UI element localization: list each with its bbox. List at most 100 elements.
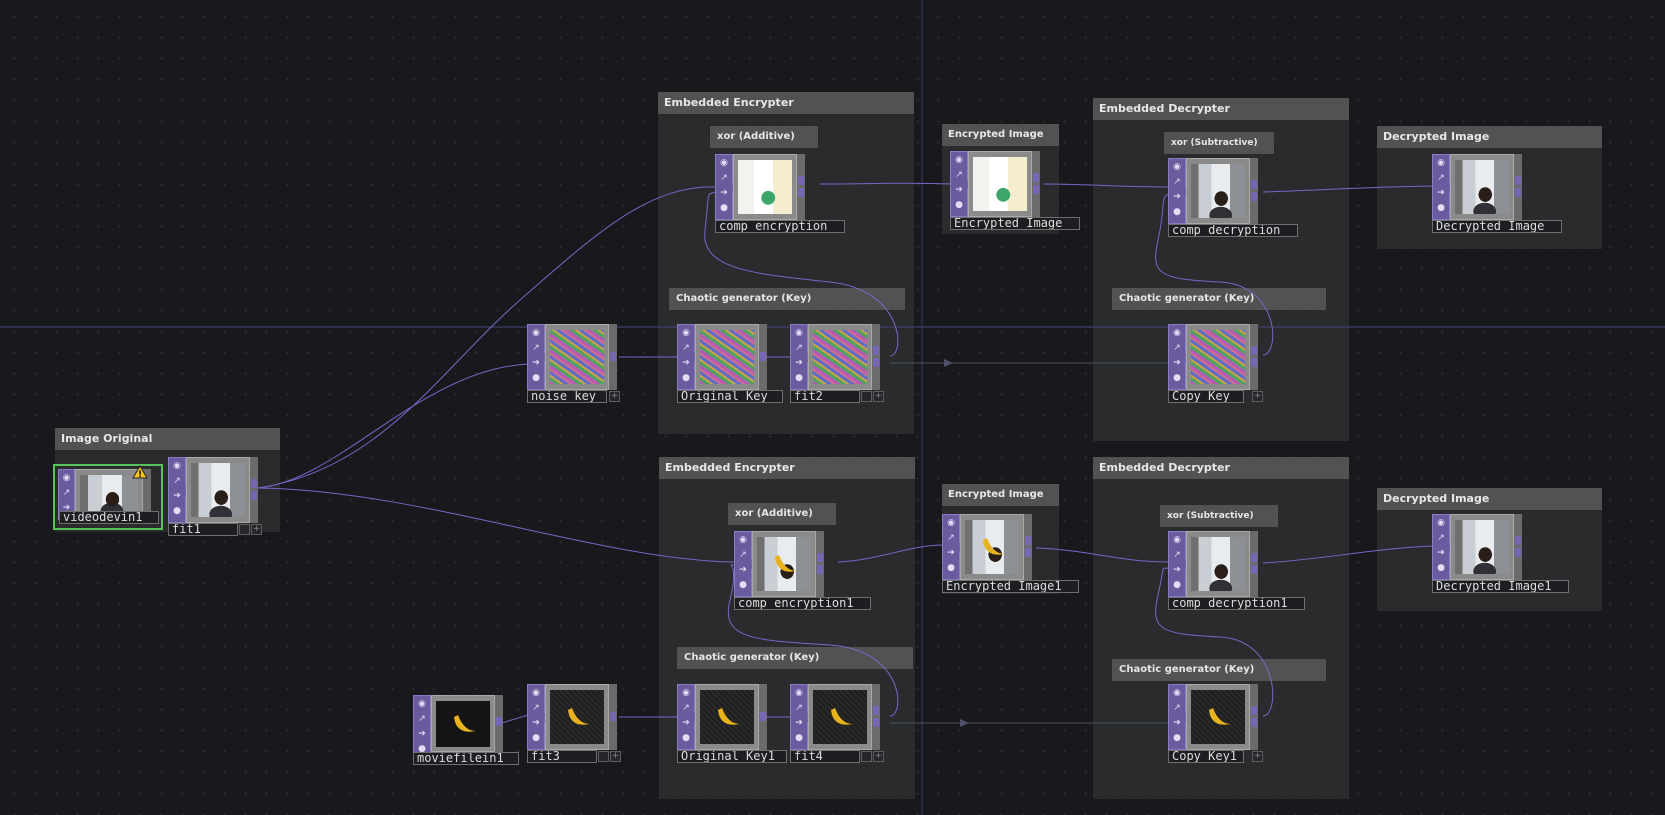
arrow-right-icon[interactable]: ➔ [680, 357, 692, 369]
arrow-right-icon[interactable]: ➔ [1171, 357, 1183, 369]
node-output[interactable] [251, 491, 257, 500]
node-output[interactable] [1251, 718, 1257, 727]
lock-icon[interactable]: ● [737, 579, 749, 591]
node-output[interactable] [1251, 553, 1257, 562]
pulse-icon[interactable]: ↗ [680, 702, 692, 714]
circle-dot-icon[interactable]: ◉ [737, 534, 749, 546]
pulse-icon[interactable]: ↗ [1171, 176, 1183, 188]
node-name[interactable]: comp_decryption [1168, 224, 1298, 237]
pulse-icon[interactable]: ↗ [61, 487, 73, 499]
lock-icon[interactable]: ● [530, 732, 542, 744]
pulse-icon[interactable]: ↗ [953, 169, 965, 181]
node-output[interactable] [251, 479, 257, 488]
circle-dot-icon[interactable]: ◉ [793, 327, 805, 339]
circle-dot-icon[interactable]: ◉ [680, 687, 692, 699]
node-output[interactable] [1515, 548, 1521, 557]
node-videodevin1[interactable]: ◉ ↗ ➔ ! videodevin1 [53, 464, 163, 530]
node-output[interactable] [1025, 548, 1031, 557]
node-output[interactable] [1515, 176, 1521, 185]
node-name[interactable]: Decrypted_Image1 [1432, 580, 1569, 593]
node-noise-key[interactable]: ◉ ↗ ➔ ● noise_key + [527, 324, 625, 403]
pulse-icon[interactable]: ↗ [793, 342, 805, 354]
pulse-icon[interactable]: ↗ [530, 342, 542, 354]
node-viewer[interactable] [808, 684, 872, 750]
lock-icon[interactable]: ● [1171, 206, 1183, 218]
arrow-right-icon[interactable]: ➔ [416, 728, 428, 740]
node-comp-encryption[interactable]: ◉ ↗ ➔ ● comp_encryption [715, 154, 845, 233]
node-viewer[interactable] [545, 684, 609, 750]
node-output[interactable] [1251, 358, 1257, 367]
node-output[interactable] [1251, 565, 1257, 574]
circle-dot-icon[interactable]: ◉ [530, 327, 542, 339]
lock-icon[interactable]: ● [680, 732, 692, 744]
node-viewer[interactable] [695, 684, 759, 750]
circle-dot-icon[interactable]: ◉ [416, 698, 428, 710]
warning-icon[interactable]: ! [132, 465, 148, 479]
node-decrypted-image1[interactable]: ◉ ↗ ➔ ● Decrypted_Image1 [1432, 514, 1569, 593]
circle-dot-icon[interactable]: ◉ [1435, 517, 1447, 529]
node-output[interactable] [760, 352, 766, 361]
lock-icon[interactable]: ● [718, 202, 730, 214]
node-name[interactable]: comp_decryption1 [1168, 597, 1305, 610]
node-original-key1[interactable]: ◉ ↗ ➔ ● Original_Key1 [677, 684, 787, 763]
node-output[interactable] [610, 712, 616, 721]
node-flag[interactable] [861, 751, 872, 762]
wire-fit1-to-comp-encryption1[interactable] [257, 487, 735, 563]
lock-icon[interactable]: ● [1435, 562, 1447, 574]
pulse-icon[interactable]: ↗ [1171, 342, 1183, 354]
circle-dot-icon[interactable]: ◉ [793, 687, 805, 699]
pulse-icon[interactable]: ↗ [530, 702, 542, 714]
node-viewer[interactable] [808, 324, 872, 390]
pulse-icon[interactable]: ↗ [718, 172, 730, 184]
circle-dot-icon[interactable]: ◉ [171, 460, 183, 472]
arrow-right-icon[interactable]: ➔ [680, 717, 692, 729]
node-viewer[interactable] [1450, 514, 1514, 580]
node-flag[interactable] [239, 524, 250, 535]
node-name[interactable]: Copy_Key [1168, 390, 1244, 403]
lock-icon[interactable]: ● [793, 372, 805, 384]
node-encrypted-image1[interactable]: ◉ ↗ ➔ ● Encrypted_Image1 [942, 514, 1079, 593]
lock-icon[interactable]: ● [680, 372, 692, 384]
node-name[interactable]: fit4 [790, 750, 860, 763]
node-original-key[interactable]: ◉ ↗ ➔ ● Original_Key [677, 324, 783, 403]
pulse-icon[interactable]: ↗ [1171, 702, 1183, 714]
node-name[interactable]: Encrypted_Image1 [942, 580, 1079, 593]
node-output[interactable] [496, 717, 502, 726]
arrow-right-icon[interactable]: ➔ [737, 564, 749, 576]
pulse-icon[interactable]: ↗ [945, 532, 957, 544]
arrow-right-icon[interactable]: ➔ [530, 717, 542, 729]
lock-icon[interactable]: ● [793, 732, 805, 744]
arrow-right-icon[interactable]: ➔ [1435, 187, 1447, 199]
lock-icon[interactable]: ● [530, 372, 542, 384]
node-name[interactable]: Decrypted_Image [1432, 220, 1562, 233]
node-viewer[interactable] [752, 531, 816, 597]
arrow-right-icon[interactable]: ➔ [1171, 717, 1183, 729]
node-name[interactable]: fit3 [527, 750, 597, 763]
node-name[interactable]: Original_Key [677, 390, 783, 403]
lock-icon[interactable]: ● [1171, 732, 1183, 744]
node-viewer[interactable] [1450, 154, 1514, 220]
circle-dot-icon[interactable]: ◉ [953, 154, 965, 166]
node-name[interactable]: Original_Key1 [677, 750, 787, 763]
node-viewer[interactable] [1186, 684, 1250, 750]
node-output[interactable] [610, 352, 616, 361]
node-viewer[interactable] [960, 514, 1024, 580]
node-flag-plus[interactable]: + [609, 391, 620, 402]
node-output[interactable] [1251, 192, 1257, 201]
node-output[interactable] [1025, 536, 1031, 545]
node-output[interactable] [1033, 185, 1039, 194]
node-flag-plus[interactable]: + [251, 524, 262, 535]
pulse-icon[interactable]: ↗ [793, 702, 805, 714]
lock-icon[interactable]: ● [953, 199, 965, 211]
node-comp-decryption1[interactable]: ◉ ↗ ➔ ● comp_decryption1 [1168, 531, 1305, 610]
node-flag[interactable] [861, 391, 872, 402]
node-flag-plus[interactable]: + [1252, 391, 1263, 402]
arrow-right-icon[interactable]: ➔ [530, 357, 542, 369]
wire-comp-decryption-to-decrypted[interactable] [1262, 185, 1441, 193]
arrow-right-icon[interactable]: ➔ [1435, 547, 1447, 559]
node-copy-key1[interactable]: ◉ ↗ ➔ ● Copy_Key1 + [1168, 684, 1266, 763]
wire-fit1-to-comp-encryption[interactable] [257, 186, 717, 489]
pulse-icon[interactable]: ↗ [1435, 532, 1447, 544]
pulse-icon[interactable]: ↗ [680, 342, 692, 354]
pulse-icon[interactable]: ↗ [1435, 172, 1447, 184]
